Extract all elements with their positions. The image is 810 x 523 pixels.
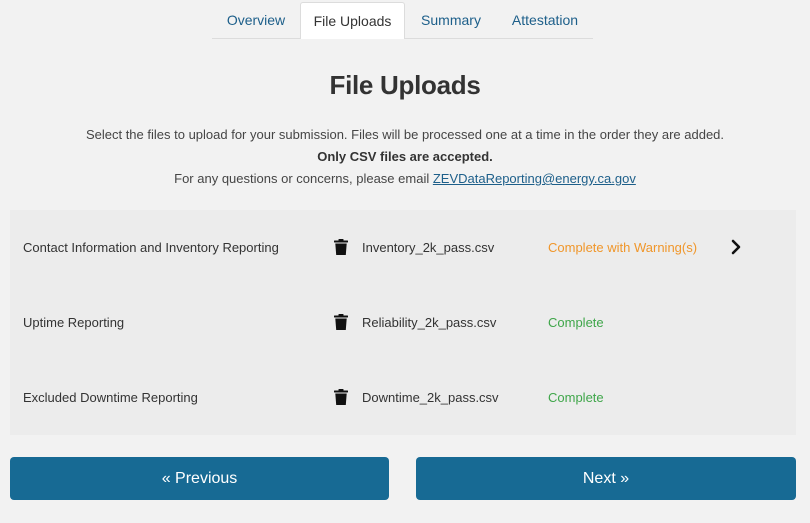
previous-button[interactable]: « Previous	[10, 457, 389, 500]
instructions-text: Select the files to upload for your subm…	[85, 127, 725, 142]
trash-icon[interactable]	[334, 389, 348, 405]
tab-file-uploads[interactable]: File Uploads	[300, 2, 405, 39]
tab-bar: Overview File Uploads Summary Attestatio…	[212, 2, 593, 39]
upload-row-downtime: Excluded Downtime Reporting Downtime_2k_…	[10, 360, 796, 435]
trash-icon[interactable]	[334, 314, 348, 330]
next-button[interactable]: Next »	[416, 457, 796, 500]
tab-attestation[interactable]: Attestation	[497, 2, 593, 38]
uploaded-file-name: Inventory_2k_pass.csv	[362, 240, 495, 255]
upload-row-inventory: Contact Information and Inventory Report…	[10, 210, 796, 285]
trash-icon[interactable]	[334, 239, 348, 255]
upload-row-label: Excluded Downtime Reporting	[23, 390, 198, 405]
status-badge: Complete with Warning(s)	[548, 240, 698, 255]
page-title: File Uploads	[329, 70, 481, 100]
csv-only-notice: Only CSV files are accepted.	[317, 149, 493, 164]
tab-summary[interactable]: Summary	[405, 2, 497, 38]
tab-overview[interactable]: Overview	[212, 2, 300, 38]
contact-email-link[interactable]: ZEVDataReporting@energy.ca.gov	[433, 171, 636, 186]
upload-row-label: Contact Information and Inventory Report…	[23, 240, 279, 255]
contact-prefix: For any questions or concerns, please em…	[174, 171, 430, 186]
chevron-right-icon[interactable]	[730, 239, 742, 255]
upload-row-label: Uptime Reporting	[23, 315, 125, 330]
uploaded-file-name: Downtime_2k_pass.csv	[362, 390, 499, 405]
status-badge: Complete	[548, 390, 604, 405]
uploads-panel: Contact Information and Inventory Report…	[10, 210, 796, 435]
status-badge: Complete	[548, 315, 604, 330]
upload-row-uptime: Uptime Reporting Reliability_2k_pass.csv…	[10, 285, 796, 360]
contact-line: For any questions or concerns, please em…	[0, 171, 810, 186]
uploaded-file-name: Reliability_2k_pass.csv	[362, 315, 497, 330]
